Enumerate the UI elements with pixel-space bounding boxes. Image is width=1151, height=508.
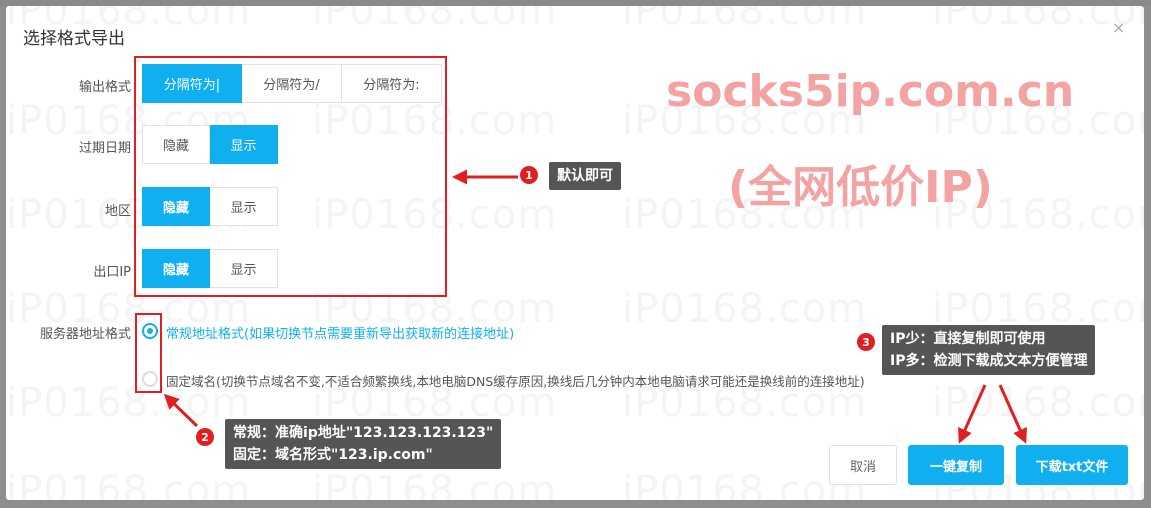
- download-txt-button[interactable]: 下载txt文件: [1016, 445, 1128, 485]
- annotation-tip-3-line2: IP多：检测下载成文本方便管理: [890, 353, 1088, 369]
- exit-ip-label: 出口IP: [93, 265, 131, 280]
- output-format-label: 输出格式: [78, 80, 131, 95]
- dialog-title: 选择格式导出: [23, 29, 125, 49]
- copy-all-button[interactable]: 一键复制: [908, 445, 1004, 485]
- cancel-button[interactable]: 取消: [829, 445, 897, 485]
- promo-domain-text: socks5ip.com.cn: [666, 66, 1075, 117]
- watermark-tile: iP0168.com: [622, 286, 867, 332]
- watermark-tile: iP0168.com: [312, 6, 557, 34]
- annotation-tip-2: 常规：准确ip地址"123.123.123.123" 固定：域名形式"123.i…: [225, 419, 502, 469]
- server-address-label: 服务器地址格式: [39, 327, 131, 342]
- annotation-badge-2: 2: [196, 428, 214, 446]
- annotation-badge-1: 1: [520, 166, 538, 184]
- watermark-tile: iP0168.com: [6, 468, 251, 500]
- expiry-date-label: 过期日期: [78, 141, 131, 156]
- server-address-option-regular[interactable]: 常规地址格式(如果切换节点需要重新导出获取新的连接地址): [166, 323, 514, 342]
- server-address-option-fixed[interactable]: 固定域名(切换节点域名不变,不适合频繁换线,本地电脑DNS缓存原因,换线后几分钟…: [166, 371, 865, 390]
- annotation-tip-2-line2: 固定：域名形式"123.ip.com": [233, 447, 433, 463]
- radio-highlight-box: [135, 313, 162, 393]
- export-format-dialog: iP0168.com iP0168.com iP0168.com iP0168.com…: [6, 6, 1144, 500]
- annotation-badge-3: 3: [857, 333, 875, 351]
- annotation-tip-3: IP少：直接复制即可使用 IP多：检测下载成文本方便管理: [882, 325, 1096, 375]
- watermark-tile: iP0168.com: [312, 468, 557, 500]
- annotation-tip-1: 默认即可: [549, 162, 621, 190]
- close-icon[interactable]: ×: [1112, 20, 1125, 36]
- region-label: 地区: [104, 204, 131, 219]
- watermark-tile: iP0168.com: [622, 6, 867, 34]
- watermark-tile: iP0168.com: [932, 380, 1144, 426]
- promo-tagline-text: (全网低价IP): [728, 162, 993, 213]
- annotation-tip-3-line1: IP少：直接复制即可使用: [890, 331, 1046, 347]
- annotation-tip-2-line1: 常规：准确ip地址"123.123.123.123": [233, 425, 494, 441]
- settings-highlight-box: [134, 56, 447, 297]
